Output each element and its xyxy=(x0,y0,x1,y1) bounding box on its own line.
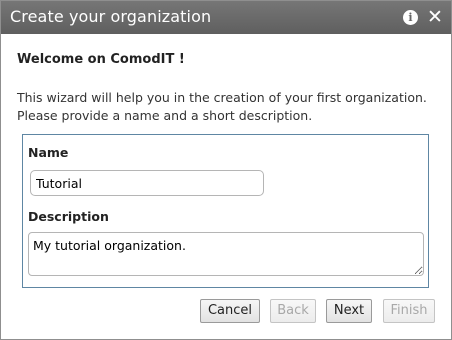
name-label: Name xyxy=(28,145,69,160)
name-input[interactable] xyxy=(30,170,264,196)
intro-line-1: This wizard will help you in the creatio… xyxy=(17,90,427,105)
info-icon[interactable]: i xyxy=(403,10,418,25)
intro-line-2: Please provide a name and a short descri… xyxy=(17,108,313,123)
back-button[interactable]: Back xyxy=(270,299,316,323)
dialog-title: Create your organization xyxy=(10,7,212,26)
next-button[interactable]: Next xyxy=(326,299,372,323)
cancel-button[interactable]: Cancel xyxy=(200,299,260,323)
description-textarea[interactable]: My tutorial organization. xyxy=(28,232,424,276)
intro-text: This wizard will help you in the creatio… xyxy=(17,89,437,125)
dialog-titlebar[interactable]: Create your organization i ✕ xyxy=(1,1,451,34)
welcome-heading: Welcome on ComodIT ! xyxy=(17,52,185,67)
finish-button[interactable]: Finish xyxy=(383,299,435,323)
description-label: Description xyxy=(28,209,109,224)
close-icon[interactable]: ✕ xyxy=(424,4,446,30)
